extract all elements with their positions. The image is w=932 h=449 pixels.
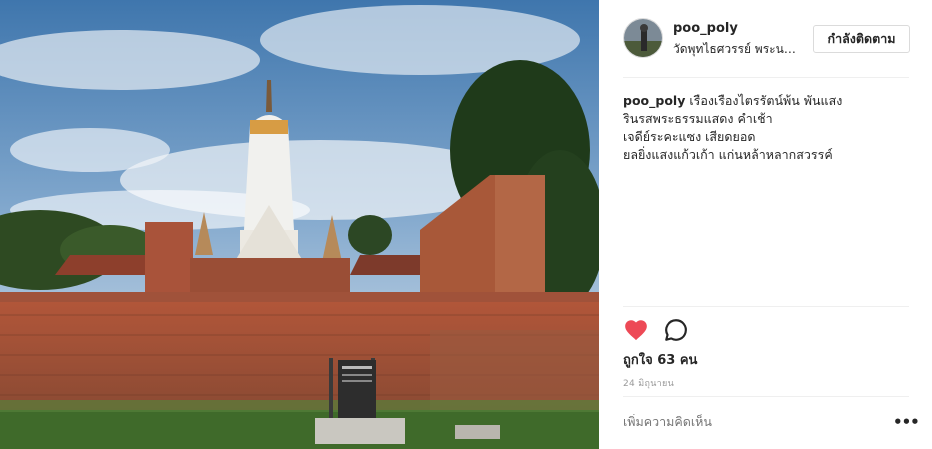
post-actions	[623, 317, 909, 343]
username-link[interactable]: poo_poly	[673, 21, 738, 36]
heart-icon[interactable]	[623, 317, 649, 343]
caption-line-4: ยลยิ่งแสงแก้วเก้า แก่นหล้าหลากสวรรค์	[623, 147, 833, 162]
following-button[interactable]: กำลังติดตาม	[813, 25, 910, 53]
comment-divider	[623, 396, 909, 397]
caption-line-3: เจดีย์ระคะแซง เสียดยอด	[623, 129, 756, 144]
comment-input[interactable]	[623, 414, 873, 429]
caption-line-2: รินรสพระธรรมแสดง คำเช้า	[623, 111, 773, 126]
likes-count[interactable]: ถูกใจ 63 คน	[623, 349, 697, 370]
caption-line-1: เรืองเรืองไตรรัตน์พ้น พันแสง	[689, 93, 843, 108]
post-sidebar: poo_poly วัดพุทไธศวรรย์ พระนครศรีอยุธยา …	[599, 0, 932, 449]
location-link[interactable]: วัดพุทไธศวรรย์ พระนครศรีอยุธยา	[673, 40, 803, 59]
actions-divider	[623, 306, 909, 307]
post-date[interactable]: 24 มิถุนายน	[623, 376, 674, 390]
header-divider	[623, 77, 909, 78]
comment-icon[interactable]	[663, 317, 689, 343]
post-caption: poo_poly เรืองเรืองไตรรัตน์พ้น พันแสง ริ…	[623, 92, 909, 164]
more-options-icon[interactable]: •••	[893, 413, 920, 431]
post-photo[interactable]	[0, 0, 599, 449]
post-header: poo_poly วัดพุทไธศวรรย์ พระนครศรีอยุธยา …	[623, 18, 910, 62]
avatar[interactable]	[623, 18, 663, 58]
caption-username-link[interactable]: poo_poly	[623, 93, 685, 108]
